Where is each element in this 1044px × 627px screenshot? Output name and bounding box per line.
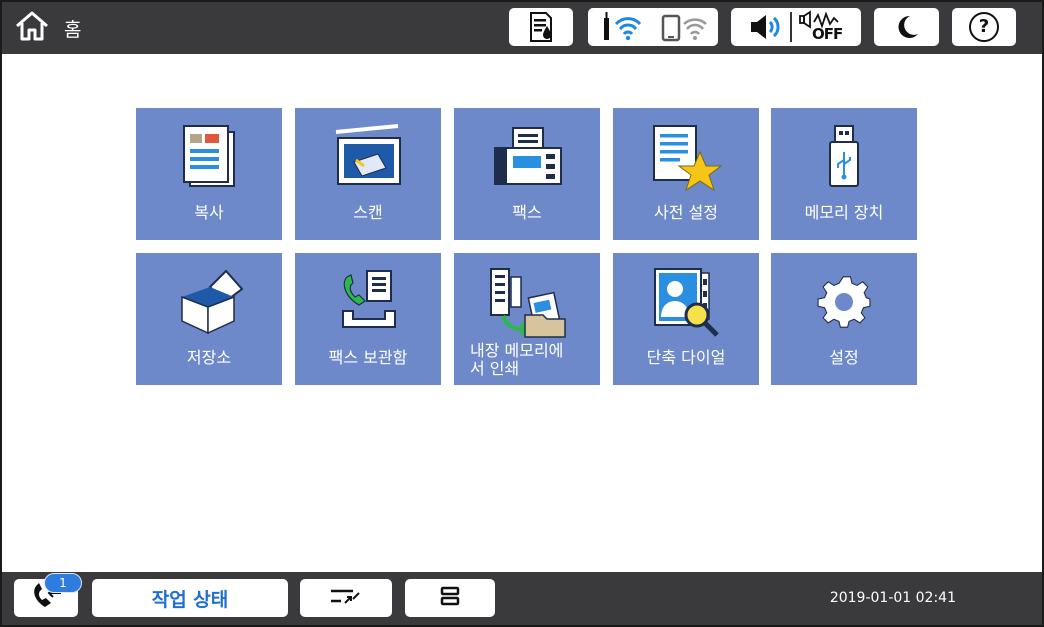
tile-label: 저장소 [186, 348, 232, 367]
job-status-button[interactable]: 작업 상태 [92, 579, 288, 617]
tile-presets[interactable]: 사전 설정 [613, 108, 759, 240]
tile-label: 단축 다이얼 [646, 348, 726, 367]
connection-button[interactable] [300, 579, 392, 617]
tile-label: 스캔 [353, 203, 383, 222]
tile-fax-box[interactable]: 팩스 보관함 [295, 253, 441, 385]
home-label: 홈 [64, 18, 82, 41]
tile-scan[interactable]: 스캔 [295, 108, 441, 240]
help-icon: ? [969, 12, 999, 42]
tile-print-from-memory[interactable]: 내장 메모리에 서 인쇄 [454, 253, 600, 385]
speaker-icon [748, 12, 784, 42]
network-button[interactable] [588, 8, 718, 46]
help-button[interactable]: ? [952, 8, 1016, 46]
sleep-button[interactable] [874, 8, 939, 46]
sound-button[interactable]: OFF [731, 8, 861, 46]
tile-label-multiline: 내장 메모리에 서 인쇄 [470, 341, 564, 378]
tile-fax[interactable]: 팩스 [454, 108, 600, 240]
presets-icon [613, 116, 759, 198]
bottom-bar: 1 작업 상태 2019-01-01 02:41 [2, 572, 1042, 625]
quiet-mode-off-icon: OFF [798, 10, 844, 44]
tile-label: 팩스 [512, 203, 542, 222]
sound-divider [790, 12, 792, 42]
tile-memory-device[interactable]: 메모리 장치 [771, 108, 917, 240]
home-icon [14, 10, 50, 46]
fax-count-badge: 1 [44, 573, 82, 593]
tile-label: 팩스 보관함 [328, 348, 408, 367]
paper-tray-button[interactable] [405, 579, 495, 617]
clock-datetime: 2019-01-01 02:41 [829, 590, 956, 606]
storage-icon [136, 261, 282, 343]
tile-label: 복사 [194, 203, 224, 222]
scan-icon [295, 116, 441, 198]
fax-box-icon [295, 261, 441, 343]
fax-icon [454, 116, 600, 198]
tile-label: 사전 설정 [654, 203, 718, 222]
print-from-memory-icon [454, 261, 600, 343]
quiet-off-text: OFF [812, 25, 843, 43]
speed-dial-icon [613, 261, 759, 343]
maintenance-button[interactable] [509, 8, 573, 46]
tile-label: 설정 [829, 348, 859, 367]
paper-tray-icon [439, 585, 461, 611]
line-arrows-icon [329, 585, 363, 611]
home-button[interactable]: 홈 [14, 10, 81, 46]
wifi-icon [598, 10, 642, 44]
top-bar: 홈 OFF ? [2, 2, 1042, 54]
copy-icon [136, 116, 282, 198]
printer-home-screen: 홈 OFF ? 복사 스캔 팩스 사전 설정 메모리 장치 저장소 팩스 보관함… [0, 0, 1044, 627]
sleep-moon-icon [894, 14, 920, 40]
settings-gear-icon [771, 261, 917, 343]
job-status-label: 작업 상태 [151, 588, 229, 611]
usb-memory-icon [771, 116, 917, 198]
wifi-direct-icon [660, 10, 708, 44]
tile-label: 메모리 장치 [804, 203, 884, 222]
tile-settings[interactable]: 설정 [771, 253, 917, 385]
tile-speed-dial[interactable]: 단축 다이얼 [613, 253, 759, 385]
ink-supply-icon [526, 11, 556, 43]
tile-copy[interactable]: 복사 [136, 108, 282, 240]
tile-storage[interactable]: 저장소 [136, 253, 282, 385]
